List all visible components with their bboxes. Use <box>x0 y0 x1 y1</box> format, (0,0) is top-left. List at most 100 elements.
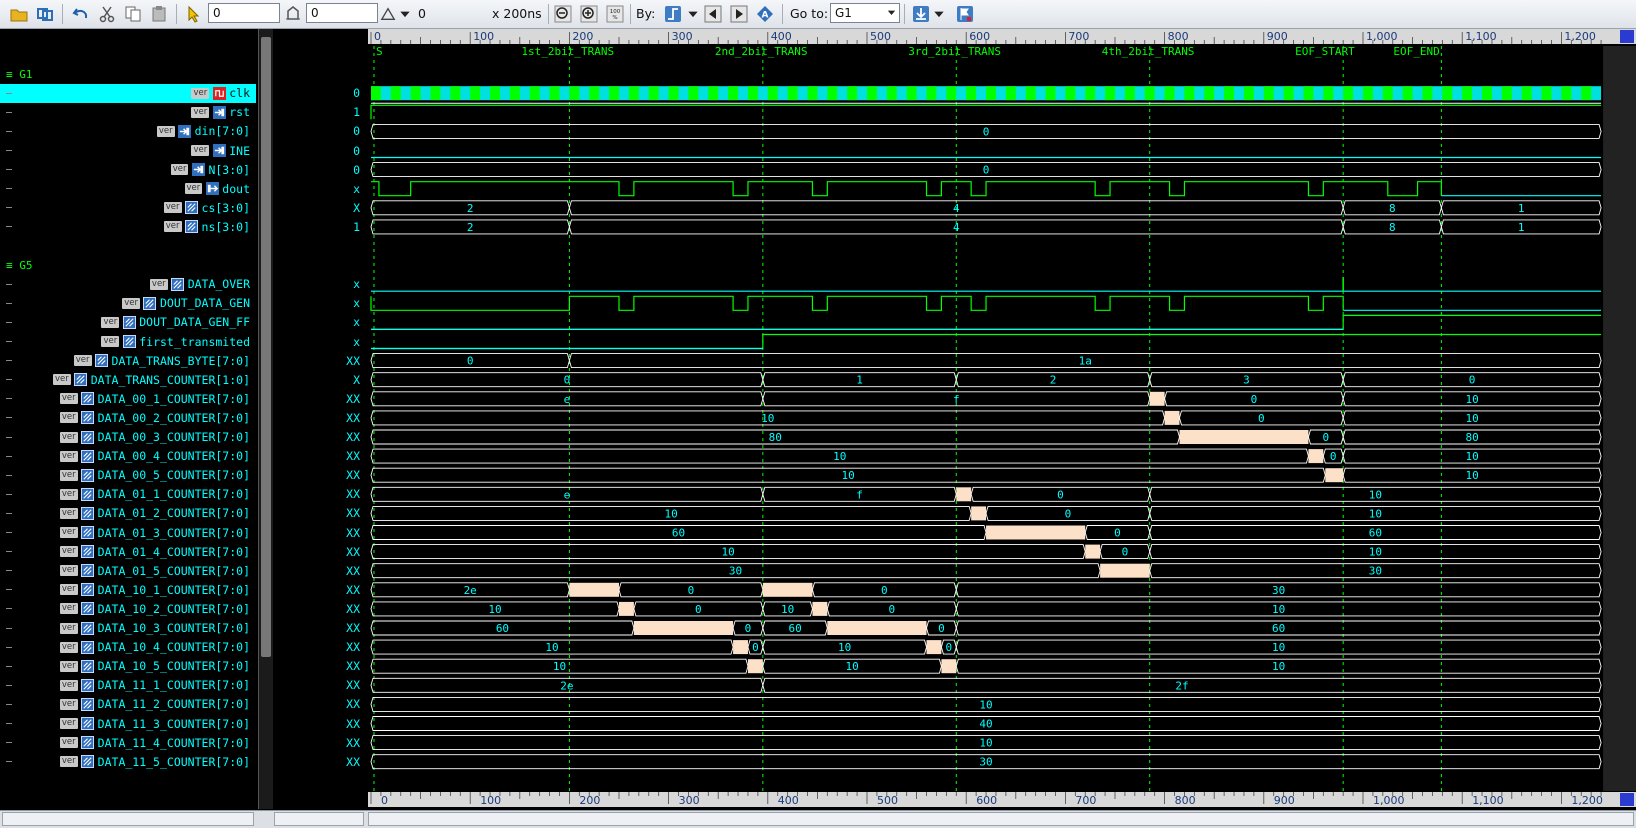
wave-data-01-3-counter-7-0[interactable]: 60 0 60 <box>370 525 1602 540</box>
goto-select[interactable]: G1 <box>830 3 900 23</box>
signal-row-data-00-1-counter-7-0[interactable]: ver DATA_00_1_COUNTER[7:0] <box>59 389 250 408</box>
wave-data-10-1-counter-7-0[interactable]: 2e 0 0 30 <box>370 582 1602 598</box>
signal-row-data-trans-counter-1-0[interactable]: ver DATA_TRANS_COUNTER[1:0] <box>52 370 250 389</box>
open-folder-icon[interactable] <box>8 4 30 24</box>
copy-icon[interactable] <box>122 4 144 24</box>
wave-ns-3-0[interactable]: 2 4 8 1 <box>370 219 1602 235</box>
edge-rising-icon[interactable] <box>662 4 684 24</box>
signal-row-data-01-2-counter-7-0[interactable]: ver DATA_01_2_COUNTER[7:0] <box>59 504 250 523</box>
wave-data-00-4-counter-7-0[interactable]: 10 0 10 <box>370 448 1602 464</box>
zoom-in-icon[interactable] <box>578 4 600 24</box>
time-end-input[interactable]: 0 <box>306 3 378 23</box>
wave-data-00-2-counter-7-0[interactable]: 10 0 10 <box>370 410 1602 426</box>
marker-label[interactable]: 1st_2bit_TRANS <box>521 45 614 58</box>
marker-label[interactable]: S <box>376 45 383 58</box>
reload-icon[interactable] <box>34 4 56 24</box>
chevron-down-icon[interactable] <box>398 4 412 24</box>
signal-row-dout[interactable]: ver dout <box>184 179 250 198</box>
signal-row-data-10-4-counter-7-0[interactable]: ver DATA_10_4_COUNTER[7:0] <box>59 638 250 657</box>
wave-data-10-3-counter-7-0[interactable]: 60 0 60 0 60 <box>370 620 1602 636</box>
signal-row-data-10-3-counter-7-0[interactable]: ver DATA_10_3_COUNTER[7:0] <box>59 619 250 638</box>
wave-clk[interactable] <box>371 86 1602 104</box>
wave-data-over[interactable] <box>371 277 1602 292</box>
signal-row-data-10-2-counter-7-0[interactable]: ver DATA_10_2_COUNTER[7:0] <box>59 599 250 618</box>
wave-din-7-0[interactable]: 0 <box>370 123 1602 139</box>
signal-row-data-11-1-counter-7-0[interactable]: ver DATA_11_1_COUNTER[7:0] <box>59 676 250 695</box>
bottom-time-ruler[interactable]: 0 100 200 300 400 500 600 700 800 900 1,000 1,100 1,… <box>368 792 1636 807</box>
signal-row-din-7-0[interactable]: ver din[7:0] <box>156 122 250 141</box>
wave-rst[interactable] <box>370 104 1602 120</box>
signal-row-data-trans-byte-7-0[interactable]: ver DATA_TRANS_BYTE[7:0] <box>73 351 250 370</box>
top-time-ruler[interactable]: 0 100 200 300 400 500 600 700 800 900 1,000 1,100 1,… <box>368 29 1636 44</box>
signal-row-data-over[interactable]: ver DATA_OVER <box>149 275 250 294</box>
waveform-panel[interactable]: 0 100 200 300 400 500 600 700 800 900 1,000 1,100 1,… <box>368 29 1636 809</box>
signal-row-data-01-4-counter-7-0[interactable]: ver DATA_01_4_COUNTER[7:0] <box>59 542 250 561</box>
signal-row-data-11-5-counter-7-0[interactable]: ver DATA_11_5_COUNTER[7:0] <box>59 752 250 771</box>
signal-row-data-01-1-counter-7-0[interactable]: ver DATA_01_1_COUNTER[7:0] <box>59 485 250 504</box>
cursor-icon[interactable] <box>182 4 204 24</box>
marker-label[interactable]: EOF_END <box>1393 45 1439 58</box>
signal-row-data-11-4-counter-7-0[interactable]: ver DATA_11_4_COUNTER[7:0] <box>59 733 250 752</box>
signal-row-data-10-1-counter-7-0[interactable]: ver DATA_10_1_COUNTER[7:0] <box>59 580 250 599</box>
wave-dout-data-gen[interactable] <box>370 295 1602 311</box>
wave-data-11-4-counter-7-0[interactable]: 10 <box>370 735 1602 751</box>
wave-data-trans-counter-1-0[interactable]: 0 1 2 3 0 <box>370 372 1602 388</box>
signal-row-data-01-5-counter-7-0[interactable]: ver DATA_01_5_COUNTER[7:0] <box>59 561 250 580</box>
prev-edge-icon[interactable] <box>702 4 724 24</box>
wave-data-10-5-counter-7-0[interactable]: 10 10 10 <box>370 658 1602 674</box>
time-start-input[interactable]: 0 <box>208 3 280 23</box>
wave-data-01-5-counter-7-0[interactable]: 30 30 <box>370 563 1602 579</box>
wave-dout-data-gen-ff[interactable] <box>371 314 1602 330</box>
signal-row-dout-data-gen-ff[interactable]: ver DOUT_DATA_GEN_FF <box>101 313 250 332</box>
wave-data-11-1-counter-7-0[interactable]: 2e 2f <box>370 677 1602 693</box>
signal-row-rst[interactable]: ver rst <box>191 103 250 122</box>
signal-row-dout-data-gen[interactable]: ver DOUT_DATA_GEN <box>122 294 250 313</box>
signal-row-ns-3-0[interactable]: ver ns[3:0] <box>163 217 250 236</box>
signal-row-first-transmited[interactable]: ver first_transmited <box>101 332 250 351</box>
next-edge-icon[interactable] <box>728 4 750 24</box>
download-icon[interactable] <box>910 4 932 24</box>
wave-data-00-1-counter-7-0[interactable]: e f 0 10 <box>370 391 1602 407</box>
zoom-fit-icon[interactable]: 100% <box>604 4 626 24</box>
waveform-canvas[interactable]: 0 100 200 300 400 500 600 700 800 900 1,000 1,100 1,… <box>368 29 1636 809</box>
wave-data-01-2-counter-7-0[interactable]: 10 0 10 <box>370 505 1602 521</box>
signal-row-data-00-2-counter-7-0[interactable]: ver DATA_00_2_COUNTER[7:0] <box>59 408 250 427</box>
scrollbar-thumb[interactable] <box>261 37 271 657</box>
cut-icon[interactable] <box>96 4 118 24</box>
wave-data-10-4-counter-7-0[interactable]: 10 0 10 0 10 <box>370 639 1602 655</box>
wave-first-transmited[interactable] <box>371 333 1602 350</box>
zoom-out-icon[interactable] <box>552 4 574 24</box>
wave-data-11-3-counter-7-0[interactable]: 40 <box>370 716 1602 731</box>
group-label-g5[interactable]: ≡ G5 <box>6 256 33 275</box>
marker-label[interactable]: 4th_2bit_TRANS <box>1102 45 1195 58</box>
value-panel-hscroll[interactable] <box>274 812 364 826</box>
wave-data-trans-byte-7-0[interactable]: 0 1a <box>370 353 1602 369</box>
wave-data-10-2-counter-7-0[interactable]: 10 0 10 0 10 <box>370 601 1602 617</box>
wave-data-11-5-counter-7-0[interactable]: 30 <box>370 754 1602 770</box>
wave-cs-3-0[interactable]: 2 4 8 1 <box>370 200 1602 216</box>
undo-icon[interactable] <box>70 4 92 24</box>
signal-row-data-01-3-counter-7-0[interactable]: ver DATA_01_3_COUNTER[7:0] <box>59 523 250 542</box>
chevron-down-icon[interactable] <box>932 4 946 24</box>
signal-row-n-3-0[interactable]: ver N[3:0] <box>170 160 250 179</box>
name-panel-scrollbar[interactable] <box>258 29 273 809</box>
name-panel-hscroll[interactable] <box>2 812 254 826</box>
marker-icon[interactable] <box>954 4 976 24</box>
signal-row-data-11-3-counter-7-0[interactable]: ver DATA_11_3_COUNTER[7:0] <box>59 714 250 733</box>
wave-n-3-0[interactable]: 0 <box>370 162 1602 178</box>
signal-row-clk[interactable]: ver clk <box>191 84 250 103</box>
wave-data-01-4-counter-7-0[interactable]: 10 0 10 <box>370 544 1602 560</box>
signal-row-data-00-4-counter-7-0[interactable]: ver DATA_00_4_COUNTER[7:0] <box>59 447 250 466</box>
signal-row-data-00-3-counter-7-0[interactable]: ver DATA_00_3_COUNTER[7:0] <box>59 428 250 447</box>
wave-data-11-2-counter-7-0[interactable]: 10 <box>370 696 1602 712</box>
marker-label[interactable]: EOF_START <box>1295 45 1355 58</box>
marker-label[interactable]: 2nd_2bit_TRANS <box>715 45 808 58</box>
ruler-icon[interactable] <box>282 4 304 24</box>
wave-data-00-5-counter-7-0[interactable]: 10 10 <box>370 467 1602 483</box>
group-label-g1[interactable]: ≡ G1 <box>6 65 33 84</box>
marker-label[interactable]: 3rd_2bit_TRANS <box>908 45 1001 58</box>
signal-row-ine[interactable]: ver INE <box>191 141 250 160</box>
waveform-hscroll[interactable] <box>368 812 1634 826</box>
chevron-down-icon[interactable] <box>686 4 700 24</box>
signal-row-data-00-5-counter-7-0[interactable]: ver DATA_00_5_COUNTER[7:0] <box>59 466 250 485</box>
